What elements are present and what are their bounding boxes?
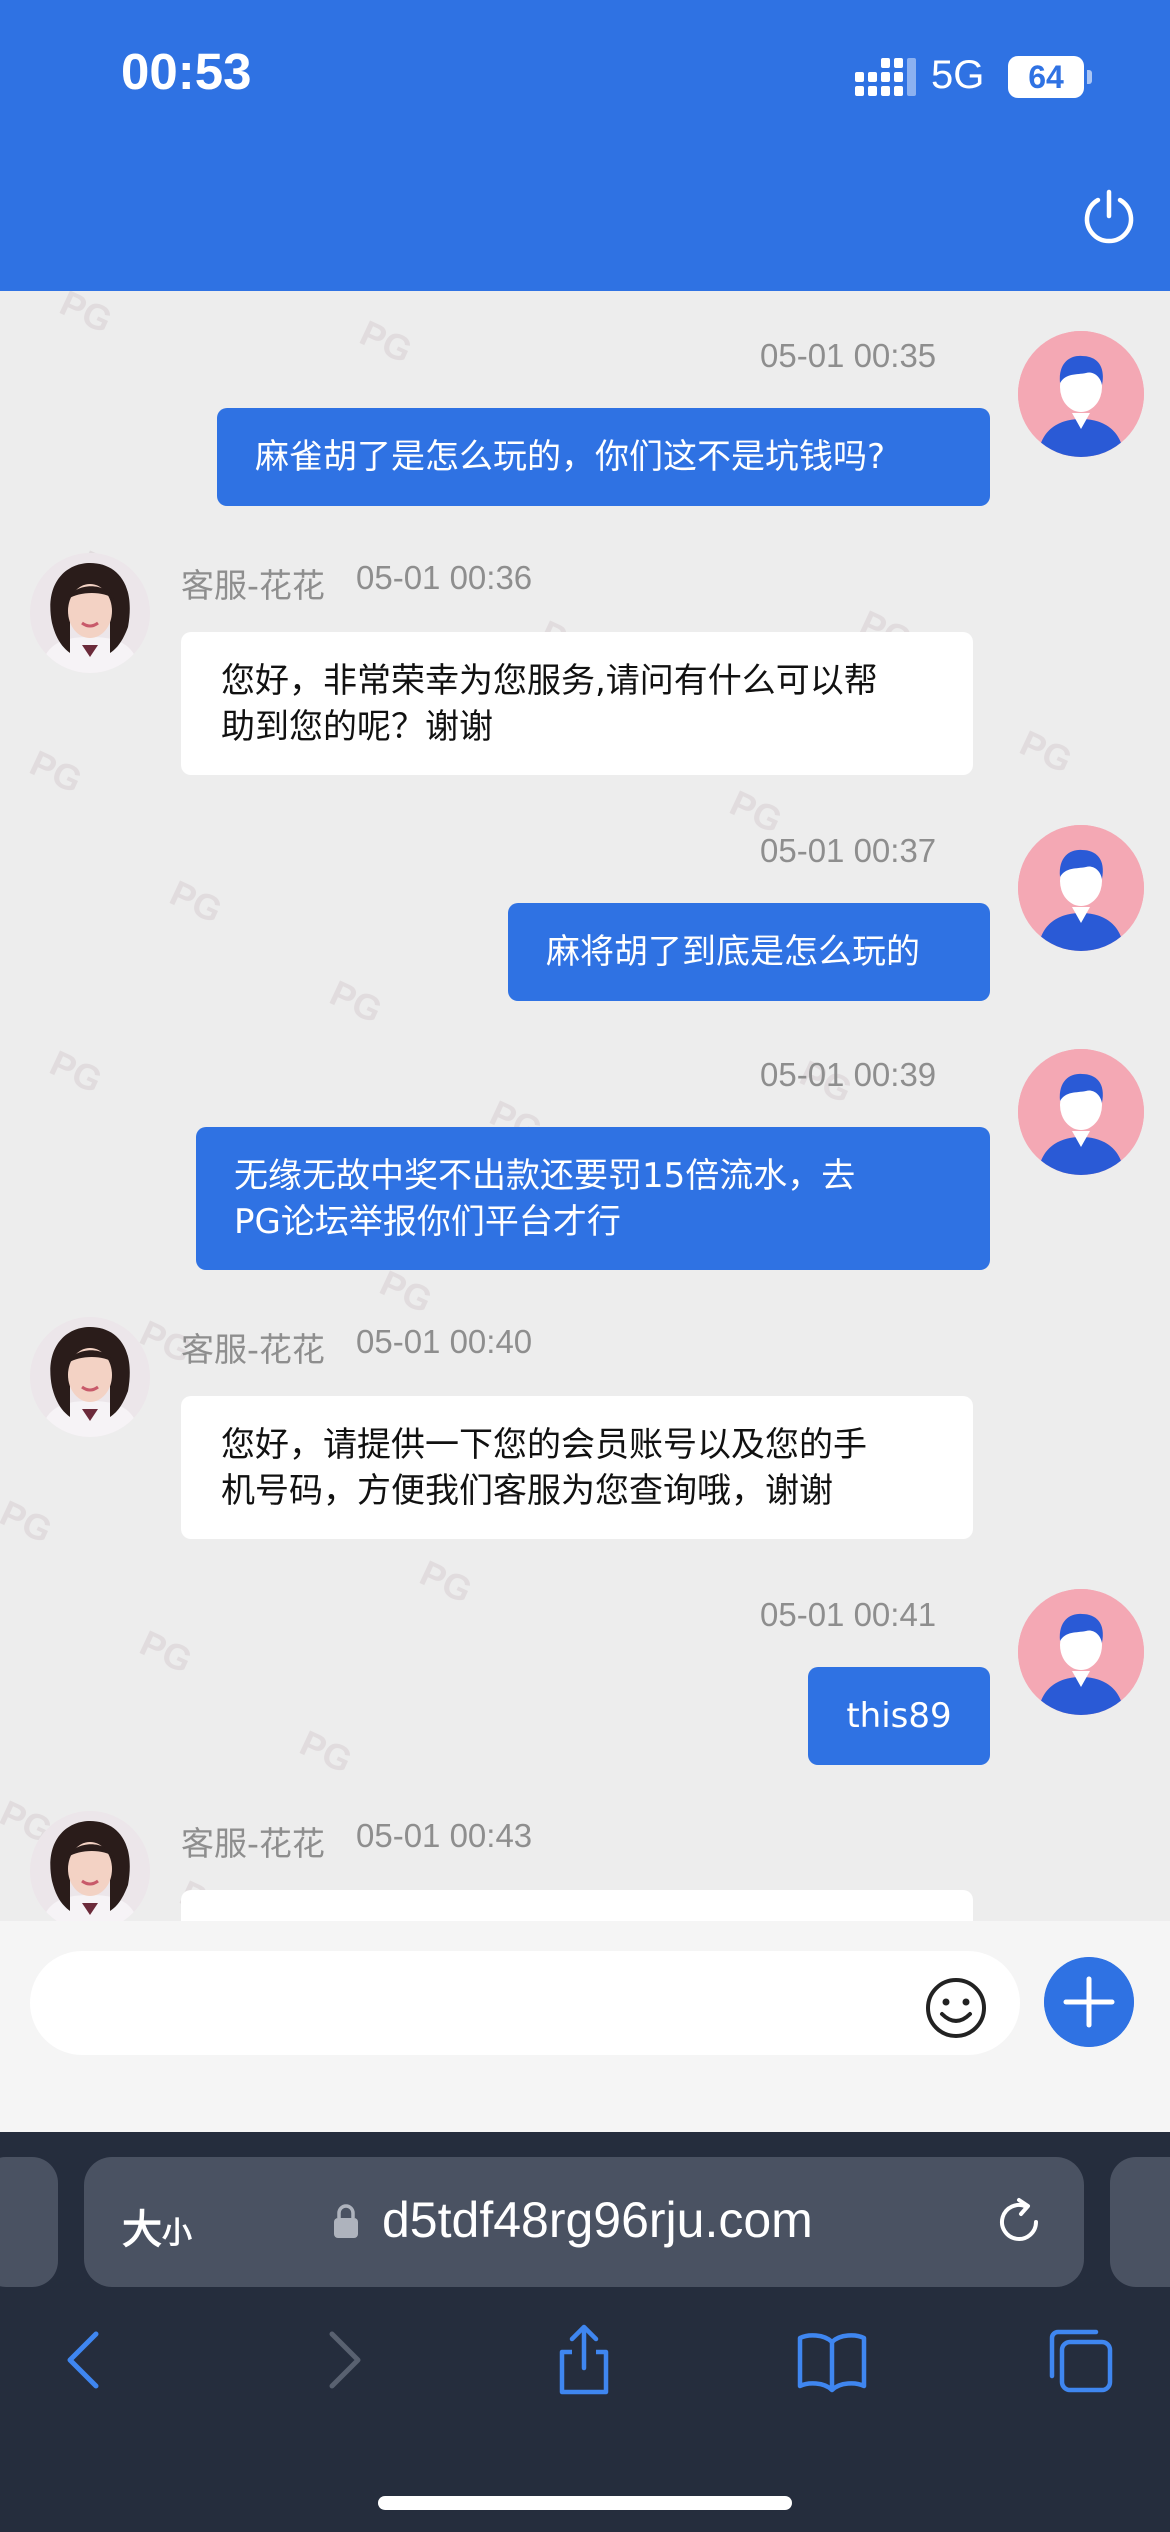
watermark: PG (163, 871, 229, 932)
message-line: 助到您的呢？谢谢 (221, 706, 493, 747)
battery-indicator: 64 (1008, 56, 1084, 98)
watermark: PG (323, 971, 389, 1032)
back-icon[interactable] (50, 2322, 126, 2398)
share-icon[interactable] (546, 2322, 622, 2398)
chat-page: 00:53 5G 64 PG PG PG PG PG PG PG PG PG P… (0, 0, 1170, 2532)
watermark: PG (413, 1551, 479, 1612)
power-icon[interactable] (1080, 188, 1138, 246)
message-time: 05-01 00:36 (356, 559, 533, 596)
outgoing-message[interactable]: 麻将胡了到底是怎么玩的 (508, 903, 990, 1001)
message-line: PG论坛举报你们平台才行 (234, 1201, 621, 1242)
browser-toolbar: 大小 d5tdf48rg96rju.com (0, 2132, 1170, 2532)
user-avatar[interactable] (1018, 331, 1144, 457)
watermark: PG (43, 1041, 109, 1102)
address-bar[interactable]: 大小 d5tdf48rg96rju.com (84, 2157, 1084, 2287)
user-avatar[interactable] (1018, 825, 1144, 951)
user-avatar[interactable] (1018, 1049, 1144, 1175)
outgoing-message[interactable]: this89 (808, 1667, 990, 1765)
message-line: 您好，请提供一下您的会员账号以及您的手 (221, 1424, 867, 1465)
outgoing-message[interactable]: 无缘无故中奖不出款还要罚15倍流水，去 PG论坛举报你们平台才行 (196, 1127, 990, 1270)
message-text: 麻雀胡了是怎么玩的，你们这不是坑钱吗? (255, 437, 886, 477)
watermark: PG (353, 311, 419, 372)
agent-avatar[interactable] (30, 1317, 150, 1437)
message-time: 05-01 00:35 (760, 337, 937, 374)
next-tab-preview[interactable] (1110, 2157, 1170, 2287)
message-line: 无缘无故中奖不出款还要罚15倍流水，去 (234, 1155, 856, 1196)
watermark: PG (53, 291, 119, 342)
message-input[interactable] (30, 1951, 1020, 2055)
text-size-big: 大 (122, 2207, 162, 2253)
message-time: 05-01 00:39 (760, 1056, 937, 1093)
network-type: 5G (931, 53, 985, 97)
sender-name: 客服-花花 (181, 1330, 325, 1369)
message-text: 麻将胡了到底是怎么玩的 (546, 932, 920, 972)
watermark: PG (293, 1721, 359, 1782)
message-time: 05-01 00:41 (760, 1596, 937, 1633)
sender-name: 客服-花花 (181, 566, 325, 605)
message-line: 机号码，方便我们客服为您查询哦，谢谢 (221, 1470, 833, 1511)
incoming-message[interactable] (181, 1890, 973, 1921)
tabs-icon[interactable] (1042, 2322, 1118, 2398)
message-text: this89 (846, 1696, 952, 1736)
text-size-button[interactable]: 大小 (122, 2197, 192, 2255)
message-time: 05-01 00:40 (356, 1323, 533, 1360)
sender-name: 客服-花花 (181, 1824, 325, 1863)
agent-avatar[interactable] (30, 553, 150, 673)
watermark: PG (23, 741, 89, 802)
battery-nub (1087, 70, 1092, 84)
home-indicator[interactable] (378, 2496, 792, 2510)
agent-avatar[interactable] (30, 1811, 150, 1921)
cellular-signal-icon (855, 58, 916, 96)
bookmarks-icon[interactable] (794, 2322, 870, 2398)
message-line: 您好，非常荣幸为您服务,请问有什么可以帮 (221, 660, 878, 701)
forward-icon[interactable] (302, 2322, 378, 2398)
previous-tab-preview[interactable] (0, 2157, 58, 2287)
message-time: 05-01 00:43 (356, 1817, 533, 1854)
watermark: PG (133, 1621, 199, 1682)
status-time: 00:53 (121, 43, 252, 100)
text-size-small: 小 (162, 2216, 192, 2251)
user-avatar[interactable] (1018, 1589, 1144, 1715)
add-button[interactable] (1044, 1957, 1134, 2047)
chat-messages[interactable]: PG PG PG PG PG PG PG PG PG PG PG PG PG P… (0, 291, 1170, 1921)
message-composer (0, 1921, 1170, 2132)
lock-icon (334, 2204, 358, 2238)
watermark: PG (0, 1491, 59, 1552)
message-time: 05-01 00:37 (760, 832, 937, 869)
incoming-message[interactable]: 您好，非常荣幸为您服务,请问有什么可以帮 助到您的呢？谢谢 (181, 632, 973, 775)
watermark: PG (1013, 721, 1079, 782)
outgoing-message[interactable]: 麻雀胡了是怎么玩的，你们这不是坑钱吗? (217, 408, 990, 506)
app-header: 00:53 5G 64 (0, 0, 1170, 291)
url-text: d5tdf48rg96rju.com (382, 2192, 813, 2248)
incoming-message[interactable]: 您好，请提供一下您的会员账号以及您的手 机号码，方便我们客服为您查询哦，谢谢 (181, 1396, 973, 1539)
reload-icon[interactable] (992, 2195, 1046, 2249)
watermark: PG (373, 1261, 439, 1322)
emoji-icon[interactable] (924, 1976, 988, 2040)
